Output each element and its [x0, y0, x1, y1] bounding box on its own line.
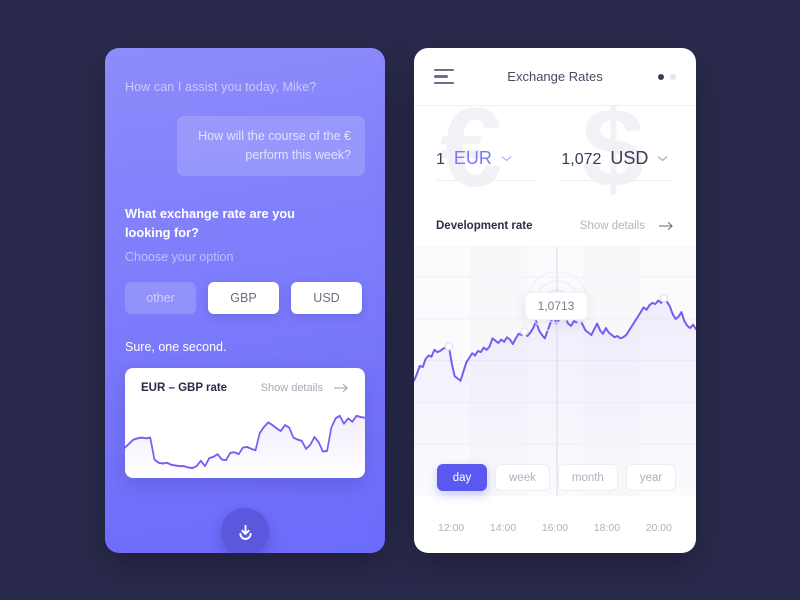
rate-card-show-details-label: Show details	[260, 382, 323, 394]
pagination-dot-1[interactable]	[658, 73, 664, 80]
currency-option-row: other GBP USD	[125, 282, 365, 314]
range-week-label: week	[509, 471, 536, 484]
to-currency-code: USD	[610, 148, 649, 168]
pagination-dots[interactable]	[658, 73, 676, 80]
currency-converter: € $ 1 EUR 1,072 USD	[414, 106, 696, 214]
from-currency-code: EUR	[453, 148, 492, 168]
range-year[interactable]: year	[625, 464, 677, 491]
bot-question-text: What exchange rate are you looking for?	[125, 205, 295, 240]
axis-tick-4: 20:00	[645, 522, 672, 534]
from-currency-field[interactable]: 1 EUR	[436, 148, 538, 181]
rate-card-title: EUR – GBP rate	[141, 382, 228, 394]
range-year-label: year	[639, 471, 663, 484]
development-rate-label: Development rate	[436, 220, 533, 232]
pagination-dot-2[interactable]	[670, 73, 676, 80]
range-month-label: month	[571, 471, 604, 484]
bot-greeting-message: How can I assist you today, Mike?	[125, 80, 317, 94]
axis-tick-1: 14:00	[489, 522, 517, 534]
to-currency-field[interactable]: 1,072 USD	[561, 148, 674, 181]
show-details-action[interactable]: Show details	[580, 220, 674, 232]
voice-input-row	[125, 508, 365, 553]
chat-conversation: How can I assist you today, Mike? How wi…	[105, 48, 385, 553]
axis-tick-2: 16:00	[541, 522, 569, 534]
bot-confirmation-message: Sure, one second.	[125, 340, 227, 354]
option-gbp[interactable]: GBP	[208, 282, 279, 314]
chart-value-tooltip: 1,0713	[524, 292, 588, 320]
range-month[interactable]: month	[557, 464, 618, 491]
option-other-label: other	[146, 291, 175, 305]
download-button[interactable]	[221, 508, 269, 553]
from-amount-value: 1	[436, 151, 445, 168]
bot-question-subtext: Choose your option	[125, 250, 234, 264]
option-usd-label: USD	[313, 291, 340, 305]
axis-tick-0: 12:00	[438, 522, 465, 534]
rate-card-action[interactable]: Show details	[261, 382, 349, 394]
rate-card-header: EUR – GBP rate Show details	[125, 368, 365, 394]
range-week[interactable]: week	[495, 464, 550, 491]
option-gbp-label: GBP	[230, 291, 257, 305]
user-message-bubble: How will the course of the € perform thi…	[177, 116, 365, 176]
chart-crosshair	[526, 247, 588, 496]
mini-line-chart	[125, 414, 365, 478]
show-details-label: Show details	[579, 220, 645, 232]
arrow-right-icon	[659, 221, 673, 231]
range-day-label: day	[452, 471, 472, 484]
screenshot-canvas: How can I assist you today, Mike? How wi…	[0, 0, 800, 600]
app-topbar: Exchange Rates	[414, 48, 696, 106]
rate-history-chart[interactable]	[414, 246, 696, 496]
chat-phone-screen: How can I assist you today, Mike? How wi…	[105, 48, 385, 553]
time-range-selector[interactable]: day week month year	[437, 464, 677, 491]
axis-tick-3: 18:00	[593, 522, 621, 534]
arrow-right-icon	[334, 383, 348, 393]
option-usd[interactable]: USD	[291, 282, 362, 314]
chart-x-axis: 12:00 14:00 16:00 18:00 20:00	[414, 522, 696, 534]
development-rate-row: Development rate Show details	[414, 214, 696, 232]
option-other[interactable]: other	[125, 282, 196, 314]
download-icon	[238, 524, 252, 540]
to-amount-value: 1,072	[561, 151, 602, 168]
eur-gbp-rate-card[interactable]: EUR – GBP rate Show details	[125, 368, 365, 478]
user-message-row: How will the course of the € perform thi…	[125, 116, 365, 176]
chevron-down-icon[interactable]	[501, 155, 512, 162]
chevron-down-icon[interactable]	[657, 155, 668, 162]
range-day[interactable]: day	[437, 464, 487, 491]
page-title: Exchange Rates	[507, 69, 603, 84]
